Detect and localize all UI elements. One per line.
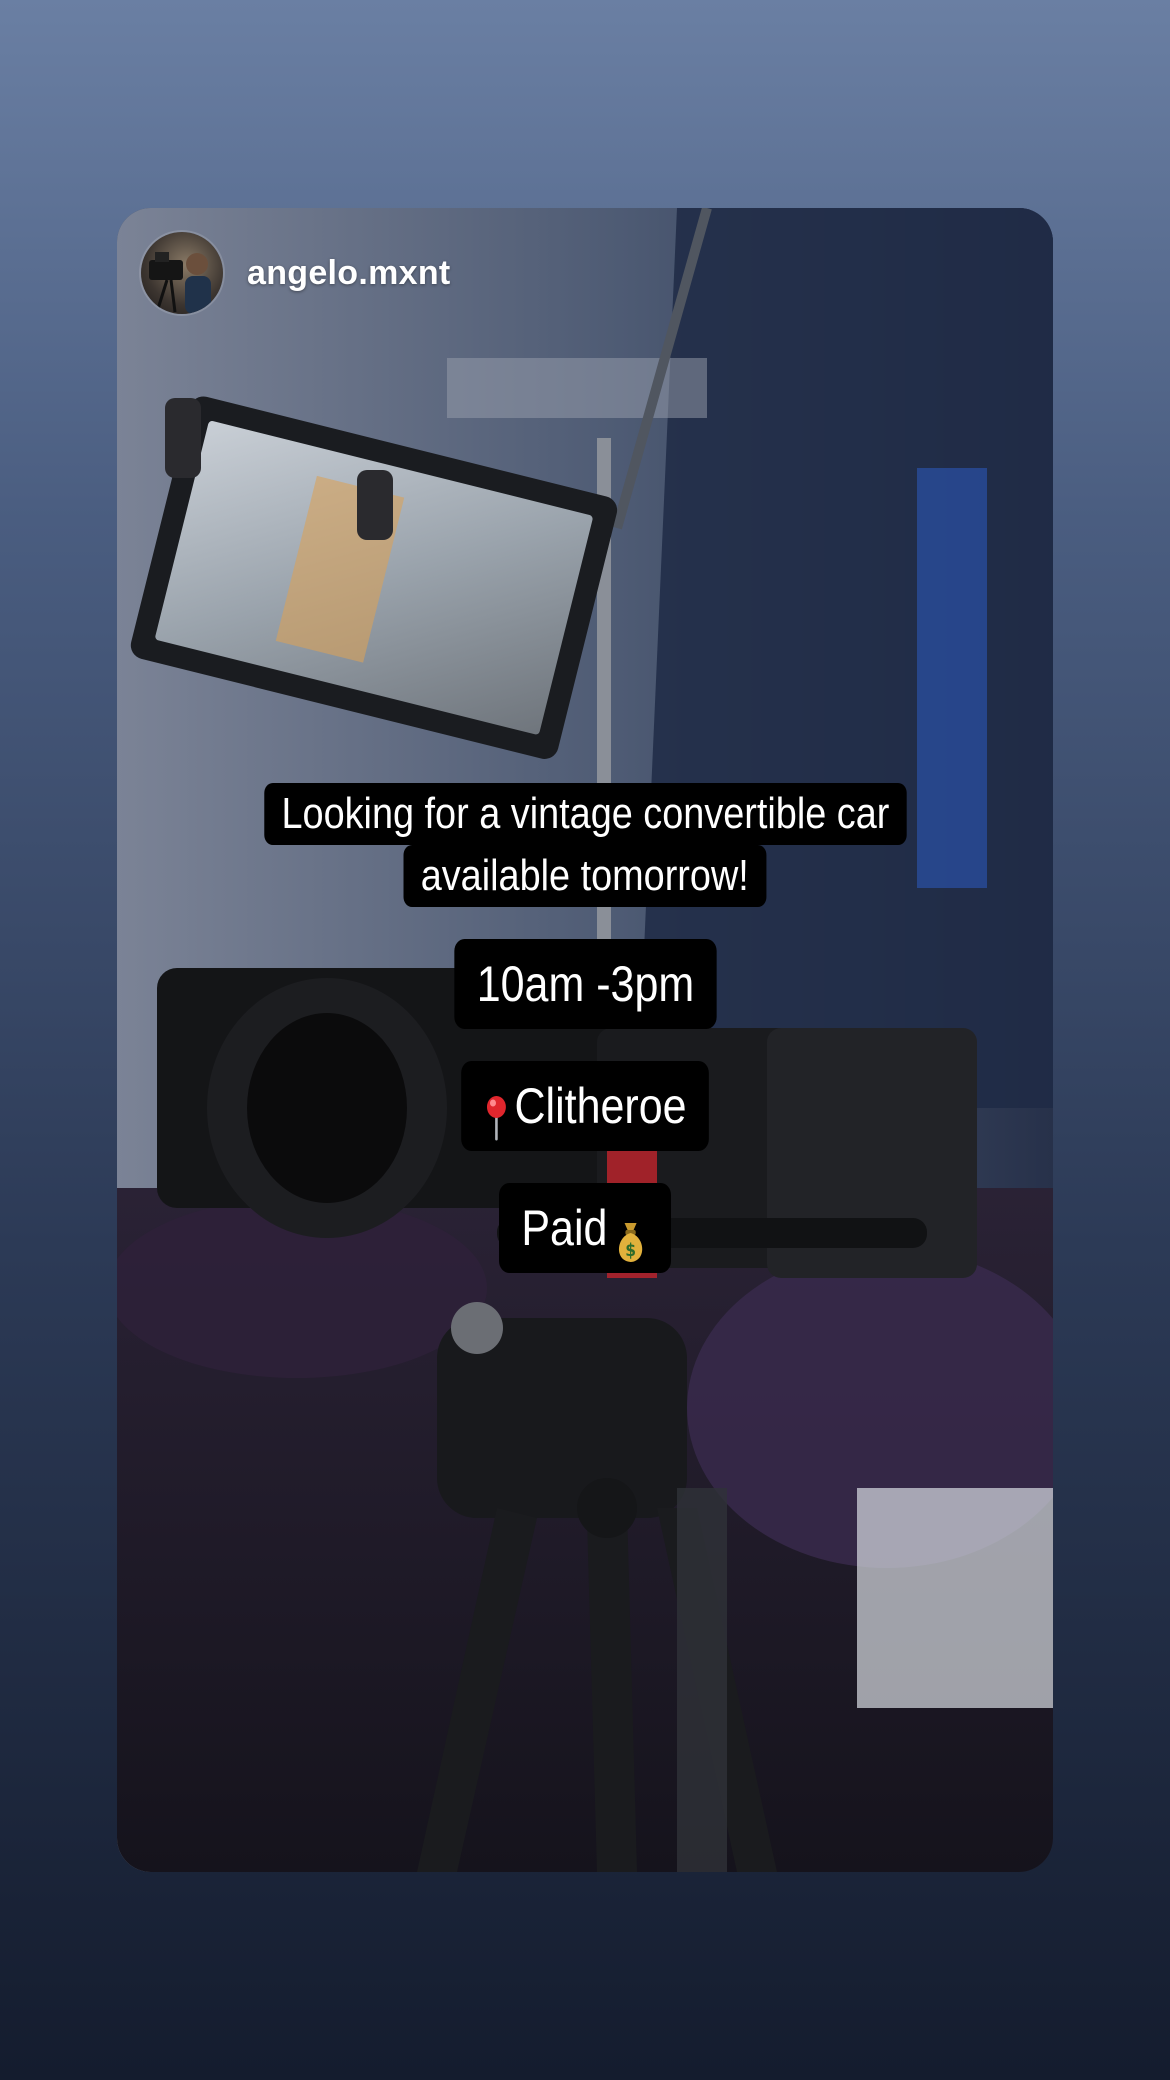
username[interactable]: angelo.mxnt [247,254,451,293]
story-card[interactable]: angelo.mxnt Looking for a vintage conver… [117,208,1053,1872]
caption-location: Clitheroe [461,1061,709,1151]
time-text: 10am -3pm [476,956,694,1012]
caption-payment: Paid $ [498,1183,672,1273]
caption-line-2: available tomorrow! [403,845,767,907]
caption-line-1: Looking for a vintage convertible car [263,783,907,845]
svg-text:$: $ [625,1239,636,1260]
payment-text: Paid [521,1200,608,1256]
story-header: angelo.mxnt [141,232,451,314]
avatar[interactable] [141,232,223,314]
location-text: Clitheroe [514,1078,687,1134]
caption-main: Looking for a vintage convertible car av… [212,783,959,907]
money-bag-icon: $ [613,1203,649,1262]
caption-stack: Looking for a vintage convertible car av… [117,783,1053,1273]
map-pin-icon [483,1081,509,1141]
caption-time: 10am -3pm [453,939,717,1029]
